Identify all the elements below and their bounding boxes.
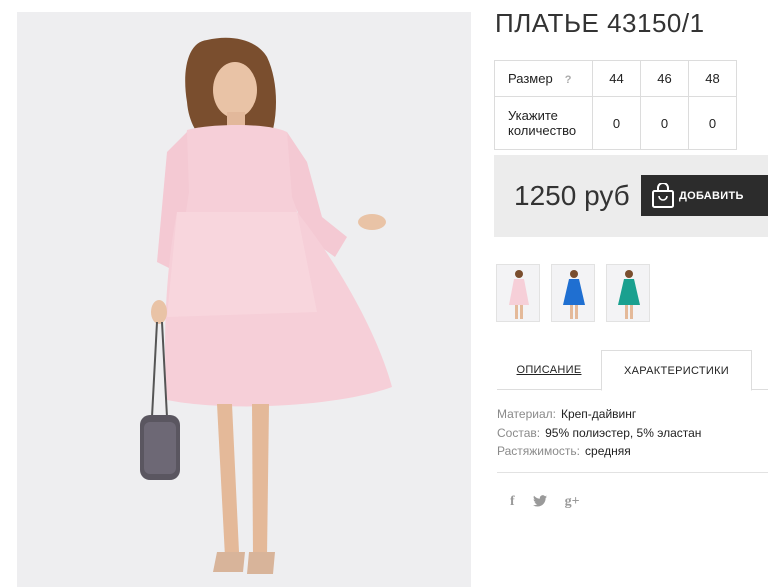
thumbnail-teal[interactable] (606, 264, 650, 322)
characteristic-row: Растяжимость: средняя (497, 442, 701, 461)
twitter-icon[interactable] (532, 494, 547, 510)
size-help-icon[interactable]: ? (565, 74, 572, 86)
size-row: Размер? 44 46 48 (494, 60, 737, 97)
price-panel: 1250 руб ДОБАВИТЬ (494, 155, 768, 237)
quantity-input-48[interactable]: 0 (688, 96, 737, 150)
thumbnail-pink[interactable] (496, 264, 540, 322)
google-plus-icon[interactable]: g+ (565, 494, 580, 510)
divider (497, 472, 768, 473)
size-option-48: 48 (688, 60, 737, 97)
quantity-input-46[interactable]: 0 (640, 96, 689, 150)
thumbnail-blue[interactable] (551, 264, 595, 322)
size-quantity-table: Размер? 44 46 48 Укажите количество 0 0 … (494, 60, 737, 150)
social-share: f g+ (510, 494, 580, 510)
size-option-46: 46 (640, 60, 689, 97)
tab-characteristics-label: ХАРАКТЕРИСТИКИ (623, 364, 730, 377)
tab-description-label: ОПИСАНИЕ (516, 364, 582, 376)
quantity-row: Укажите количество 0 0 0 (494, 96, 737, 150)
model-in-pink-dress-illustration (17, 12, 471, 587)
characteristics-list: Материал: Креп-дайвинг Состав: 95% полиэст… (497, 405, 701, 461)
quantity-input-44[interactable]: 0 (592, 96, 641, 150)
facebook-icon[interactable]: f (510, 494, 515, 510)
characteristic-value: Креп-дайвинг (560, 407, 637, 421)
tab-description[interactable]: ОПИСАНИЕ (497, 350, 601, 390)
characteristic-value: средняя (585, 444, 631, 458)
product-price: 1250 руб (514, 180, 630, 211)
size-option-44: 44 (592, 60, 641, 97)
characteristic-key: Материал: (497, 407, 556, 421)
product-info-tabs: ОПИСАНИЕ ХАРАКТЕРИСТИКИ (497, 350, 768, 391)
shopping-bag-icon (651, 182, 675, 212)
size-label-cell: Размер? (494, 60, 593, 97)
characteristic-row: Материал: Креп-дайвинг (497, 405, 701, 424)
characteristic-key: Состав: (497, 425, 541, 440)
thumbnail-gallery (496, 264, 650, 322)
tab-characteristics[interactable]: ХАРАКТЕРИСТИКИ (601, 350, 752, 391)
characteristic-key: Растяжимость: (497, 444, 581, 458)
product-main-image (17, 12, 471, 587)
add-to-cart-button[interactable]: ДОБАВИТЬ (641, 175, 768, 216)
size-label: Размер (508, 71, 553, 86)
quantity-label: Укажите количество (494, 96, 593, 150)
characteristic-value: 95% полиэстер, 5% эластан (545, 425, 702, 440)
add-to-cart-label: ДОБАВИТЬ (679, 189, 744, 202)
characteristic-row: Состав: 95% полиэстер, 5% эластан (497, 424, 701, 443)
product-title: ПЛАТЬЕ 43150/1 (495, 8, 705, 38)
